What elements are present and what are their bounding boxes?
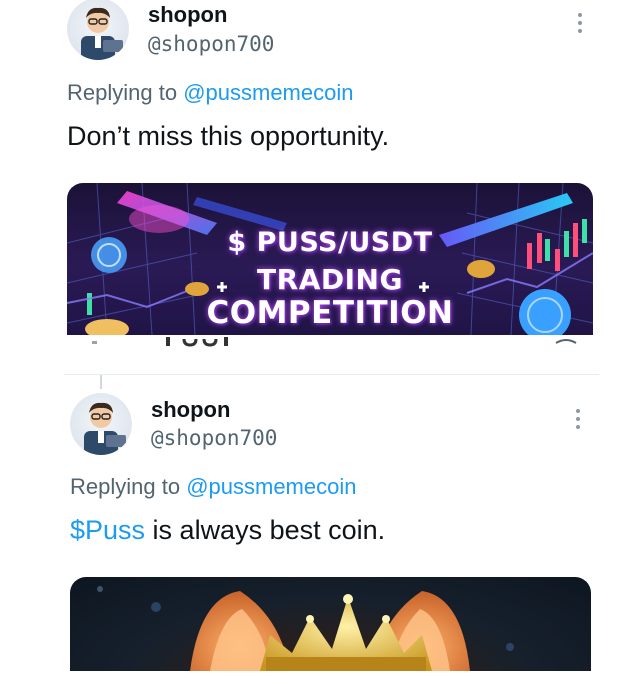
cashtag-link[interactable]: $Puss	[70, 515, 145, 545]
banner-line-1: $ PUSS/USDT	[227, 227, 433, 258]
tweet-text: Don’t miss this opportunity.	[67, 121, 390, 151]
author-handle[interactable]: @shopon700	[148, 32, 274, 56]
author-handle[interactable]: @shopon700	[151, 426, 277, 450]
author-name[interactable]: shopon	[151, 397, 230, 423]
tweet-1[interactable]: shopon @shopon700 Replying to @pussmemec…	[0, 0, 640, 376]
mention-link[interactable]: @pussmemecoin	[186, 474, 356, 499]
banner-line-2: TRADING	[257, 263, 403, 296]
replying-to: Replying to @pussmemecoin	[70, 474, 356, 500]
replying-prefix: Replying to	[67, 80, 184, 105]
replying-prefix: Replying to	[70, 474, 187, 499]
avatar[interactable]	[70, 393, 132, 455]
tweet-media-image[interactable]: $ PUSS/USDT TRADING COMPETITION	[67, 183, 593, 335]
tweet-media-image[interactable]	[70, 577, 591, 671]
replying-to: Replying to @pussmemecoin	[67, 80, 353, 106]
banner-line-3: COMPETITION	[206, 295, 454, 331]
tweet-text-body: is always best coin.	[145, 515, 386, 545]
mention-link[interactable]: @pussmemecoin	[183, 80, 353, 105]
avatar[interactable]	[67, 0, 129, 60]
author-name[interactable]: shopon	[148, 2, 227, 28]
more-vertical-icon[interactable]	[570, 10, 590, 36]
cat-king-graphic	[97, 586, 514, 671]
avatar-illustration-icon	[84, 402, 126, 455]
more-vertical-icon[interactable]	[568, 406, 588, 432]
tweet-text: $Puss is always best coin.	[70, 515, 385, 546]
tweet-divider	[64, 374, 599, 375]
avatar-illustration-icon	[81, 7, 123, 60]
clipped-overlay-strip	[80, 337, 600, 351]
